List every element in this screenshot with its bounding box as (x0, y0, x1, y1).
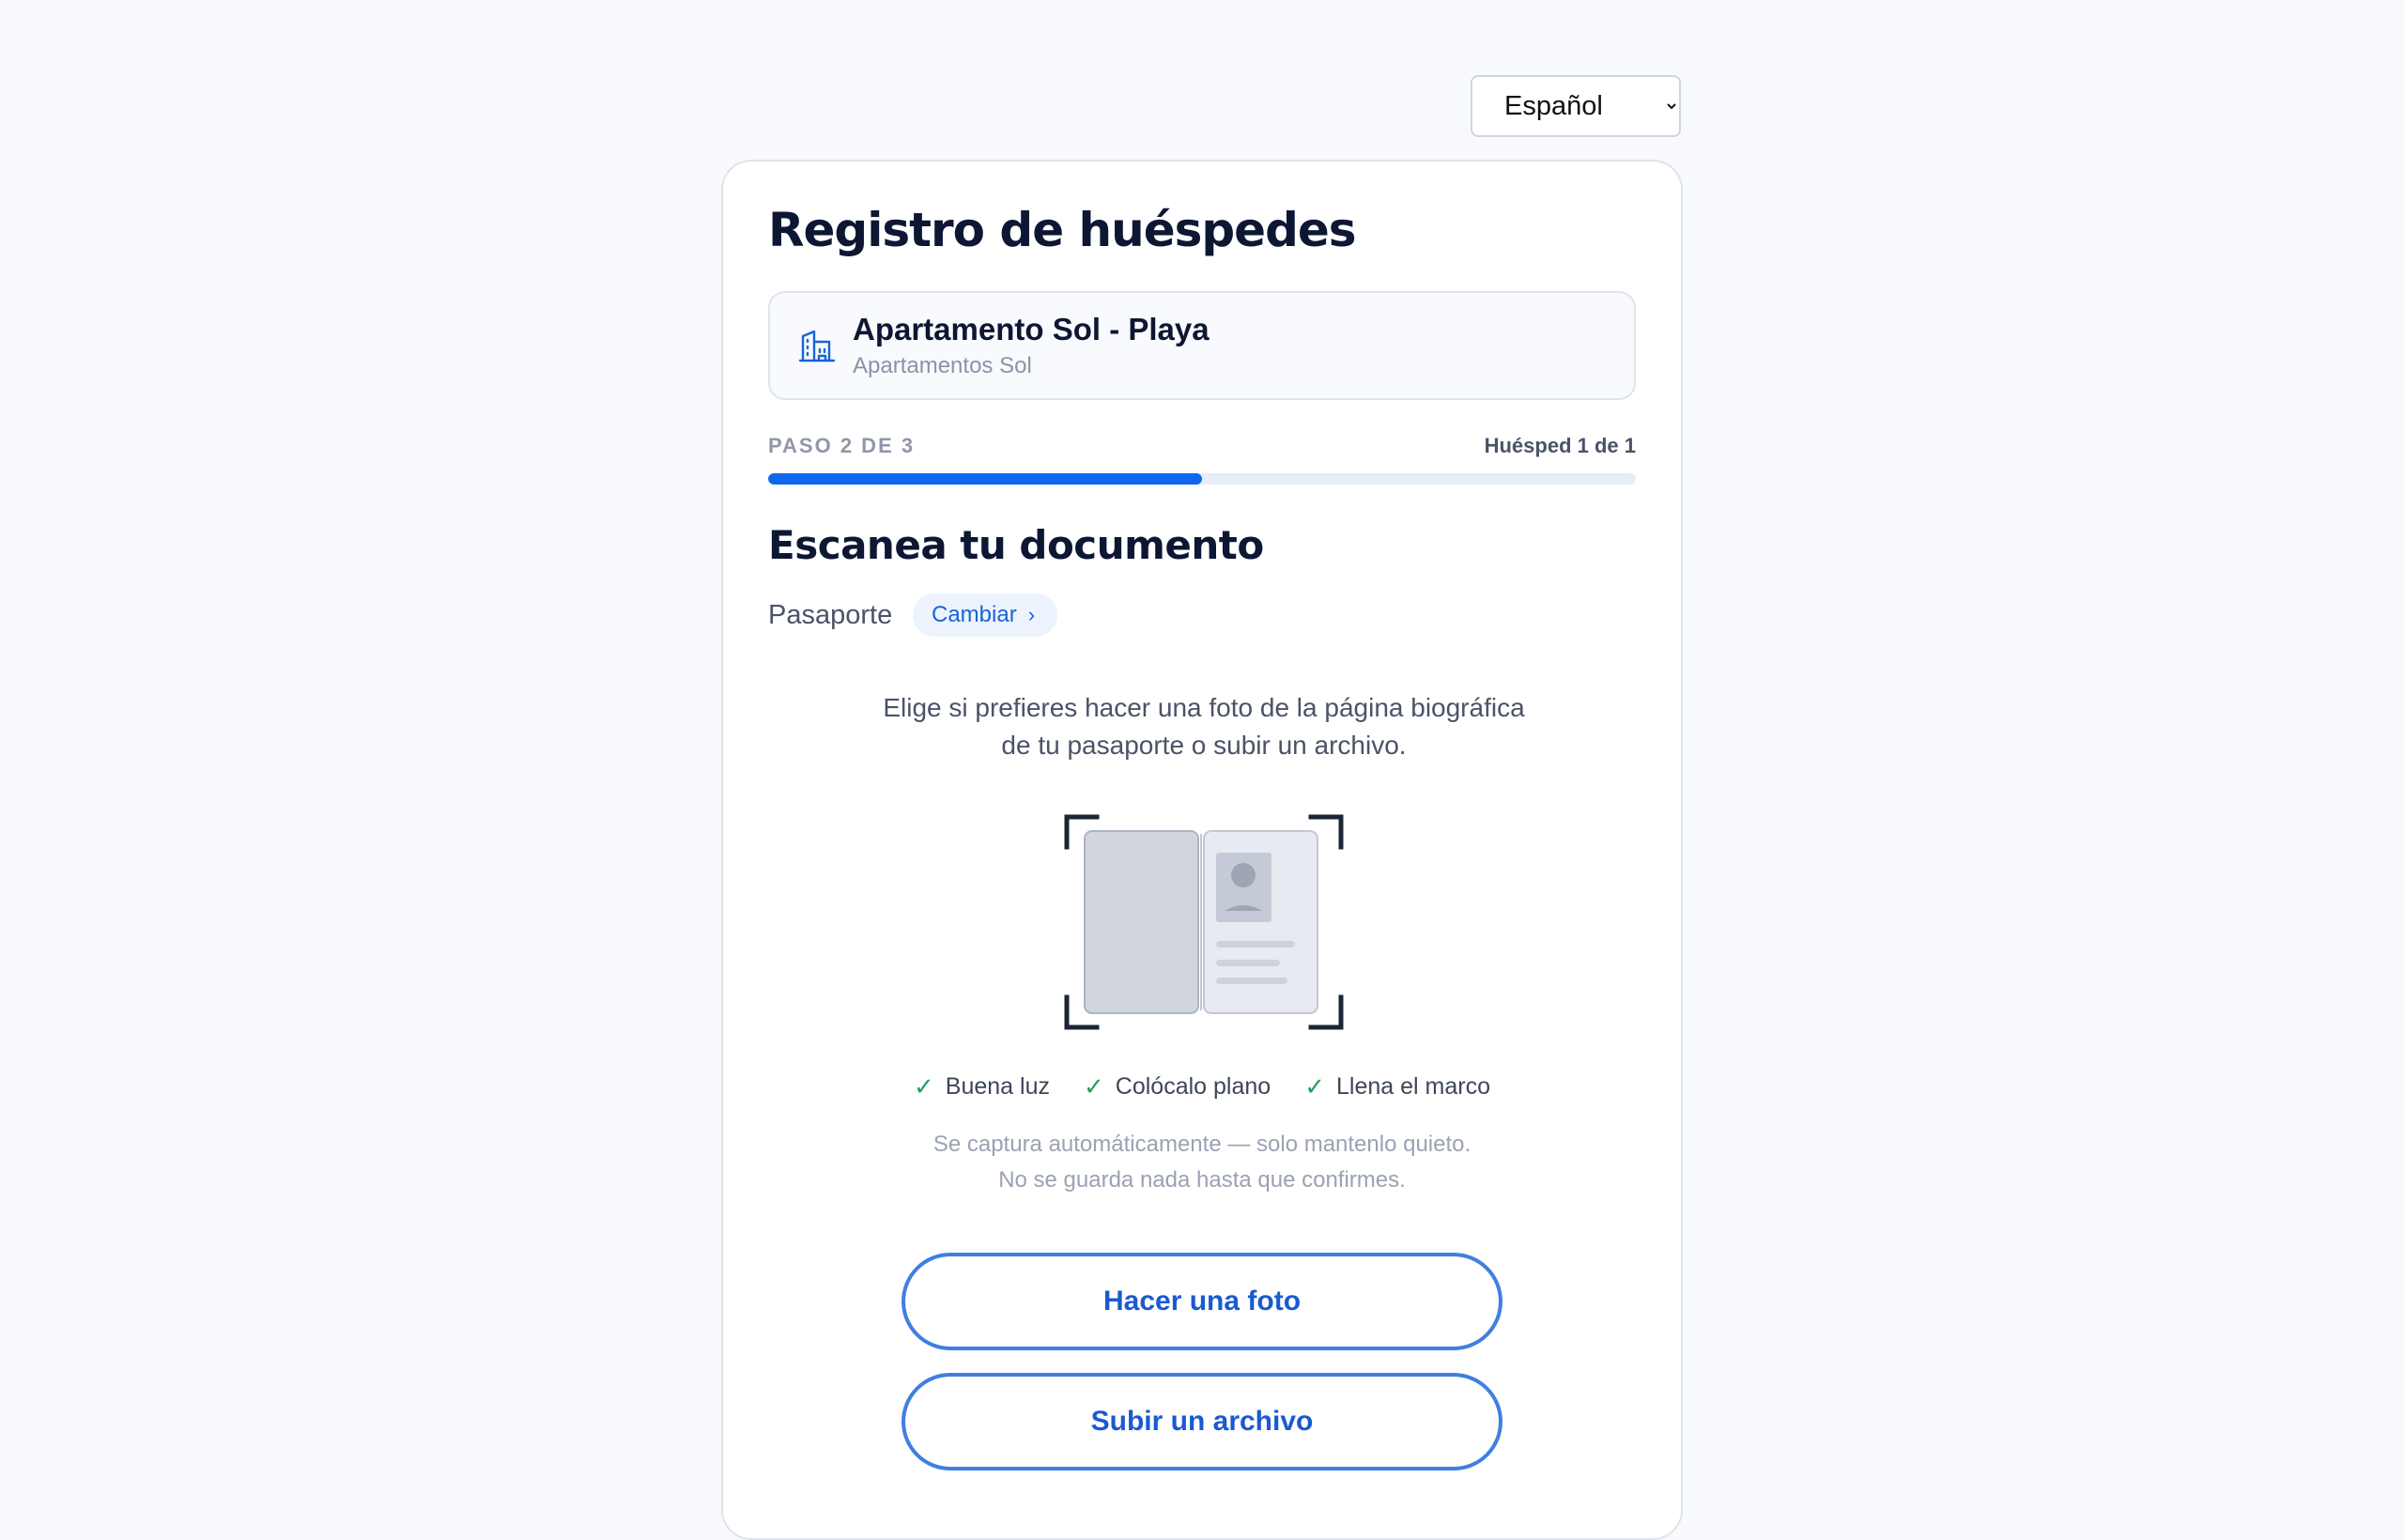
page-title: Registro de huéspedes (768, 203, 1357, 257)
chevron-right-icon: › (1027, 603, 1036, 626)
check-icon: ✓ (1084, 1072, 1104, 1101)
guest-counter: Huésped 1 de 1 (1484, 434, 1636, 457)
tip-item: ✓ Buena luz (914, 1072, 1050, 1101)
scan-tips: ✓ Buena luz ✓ Colócalo plano ✓ Llena el … (723, 1072, 1681, 1101)
auto-capture-note: Se captura automáticamente — solo manten… (723, 1127, 1681, 1198)
scan-instruction: Elige si prefieres hacer una foto de la … (883, 693, 1525, 760)
language-select[interactable]: Español (1471, 75, 1681, 137)
tip-item: ✓ Colócalo plano (1084, 1072, 1271, 1101)
passport-scan-icon (1064, 814, 1344, 1030)
tip-label: Llena el marco (1336, 1073, 1490, 1100)
tip-label: Buena luz (945, 1073, 1050, 1100)
tip-item: ✓ Llena el marco (1304, 1072, 1490, 1101)
auto-capture-line: Se captura automáticamente — solo manten… (932, 1132, 1472, 1157)
step-indicator: PASO 2 DE 3 (768, 434, 916, 457)
property-brand: Apartamentos Sol (853, 353, 1032, 378)
property-name: Apartamento Sol - Playa (853, 312, 1210, 346)
document-type: Pasaporte (768, 600, 893, 630)
progress-bar-fill (768, 473, 1202, 485)
property-card: Apartamento Sol - Playa Apartamentos Sol (768, 291, 1636, 400)
privacy-line: No se guarda nada hasta que confirmes. (998, 1167, 1406, 1193)
section-title: Escanea tu documento (768, 522, 1264, 568)
change-document-label: Cambiar (932, 602, 1017, 627)
tip-label: Colócalo plano (1115, 1073, 1271, 1100)
building-icon (798, 330, 836, 362)
progress-bar (768, 473, 1636, 485)
change-document-button[interactable]: Cambiar › (913, 593, 1058, 637)
language-selector-wrap: Español (1471, 75, 1681, 137)
registration-card: Registro de huéspedes Apartamento Sol - … (721, 160, 1683, 1540)
take-photo-button[interactable]: Hacer una foto (902, 1253, 1502, 1350)
check-icon: ✓ (914, 1072, 934, 1101)
upload-file-button[interactable]: Subir un archivo (902, 1373, 1502, 1471)
check-icon: ✓ (1304, 1072, 1325, 1101)
